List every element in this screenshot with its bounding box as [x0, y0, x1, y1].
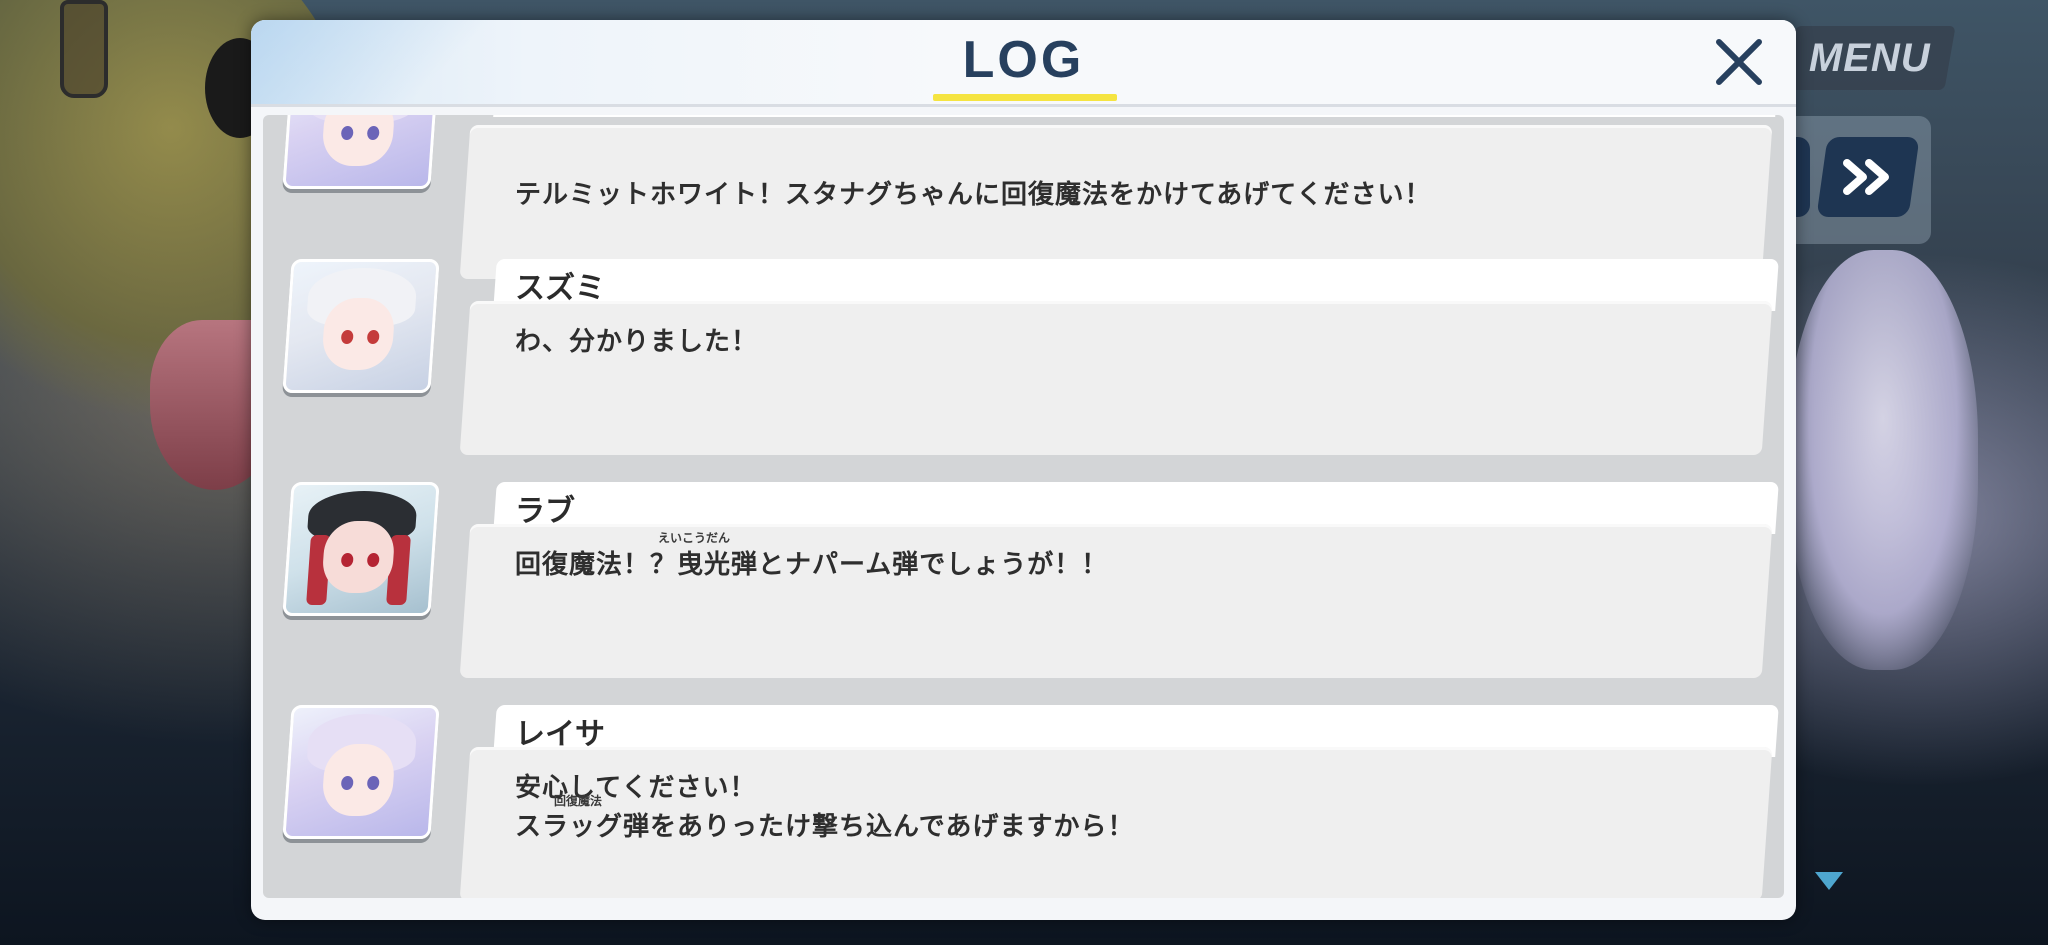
love-portrait-icon: [282, 482, 440, 616]
menu-button[interactable]: MENU: [1784, 26, 1956, 90]
dialogue-line: わ、分かりました！: [515, 327, 759, 357]
fast-forward-button[interactable]: [1816, 137, 1920, 217]
log-title: LOG: [962, 31, 1085, 89]
fast-forward-icon: [1843, 159, 1889, 195]
next-arrow-icon: [1815, 872, 1843, 890]
suzumi-portrait-icon: [282, 259, 440, 393]
dialogue-line: テルミットホワイト！スタナグちゃんに回復魔法をかけてあげてください！: [515, 180, 1432, 210]
dialogue-line: スラッグ弾をありったけ撃ち込んであげますから！: [515, 812, 1135, 842]
log-entry: スズミ わ、分かりました！: [263, 251, 1784, 461]
street-lamp: [60, 0, 108, 98]
reisa-portrait-icon: [282, 705, 440, 839]
dialogue-line: 安心してください！: [515, 773, 757, 803]
dialogue-line: 回復魔法！？曳光弾とナパーム弾でしょうが！！: [515, 550, 1109, 580]
log-list[interactable]: テルミットホワイト！スタナグちゃんに回復魔法をかけてあげてください！ スズミ わ…: [263, 115, 1784, 898]
speaker-name-bar: [493, 115, 1779, 117]
reisa-portrait-icon: [282, 115, 440, 189]
log-header: LOG: [251, 20, 1796, 107]
character-hair: [1788, 250, 1978, 670]
title-underline: [933, 94, 1117, 101]
log-dialog: LOG テルミットホワイト！スタナグちゃんに回復魔法をかけてあげてください！ ス…: [251, 20, 1796, 920]
menu-label: MENU: [1809, 35, 1931, 80]
log-entry: ラブ えいこうだん 回復魔法！？曳光弾とナパーム弾でしょうが！！: [263, 474, 1784, 684]
close-icon[interactable]: [1709, 32, 1769, 92]
log-entry: レイサ 安心してください！ 回復魔法 スラッグ弾をありったけ撃ち込んであげますか…: [263, 697, 1784, 898]
